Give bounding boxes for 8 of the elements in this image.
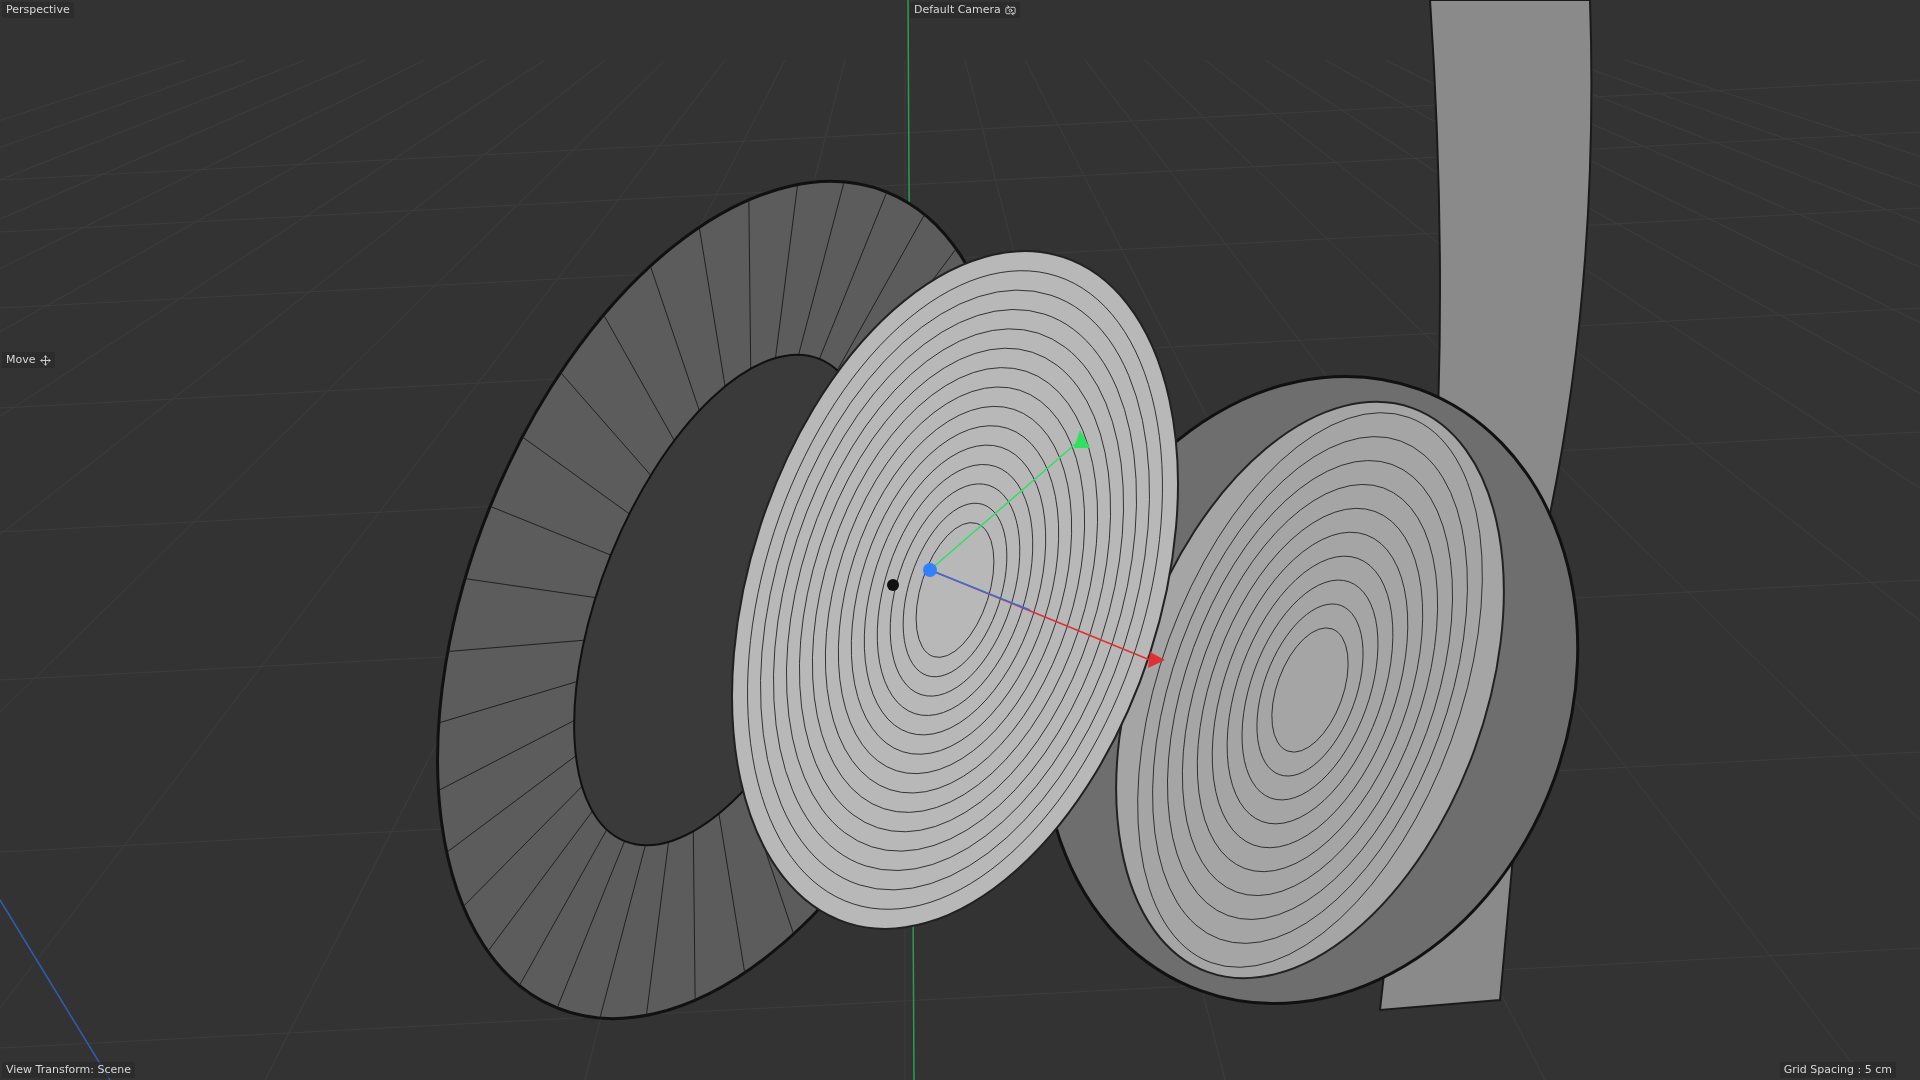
move-icon bbox=[39, 354, 51, 366]
view-name-label: Perspective bbox=[2, 2, 74, 18]
3d-viewport[interactable]: Perspective Default Camera Move View Transform: Scene Grid Spacing : 5 cm bbox=[0, 0, 1920, 1080]
tool-name: Move bbox=[6, 353, 36, 367]
camera-switch-icon[interactable] bbox=[1004, 4, 1016, 16]
camera-name: Default Camera bbox=[914, 3, 1001, 17]
grid-spacing-label: Grid Spacing : 5 cm bbox=[1779, 1062, 1896, 1078]
view-transform-label: View Transform: Scene bbox=[2, 1062, 136, 1078]
